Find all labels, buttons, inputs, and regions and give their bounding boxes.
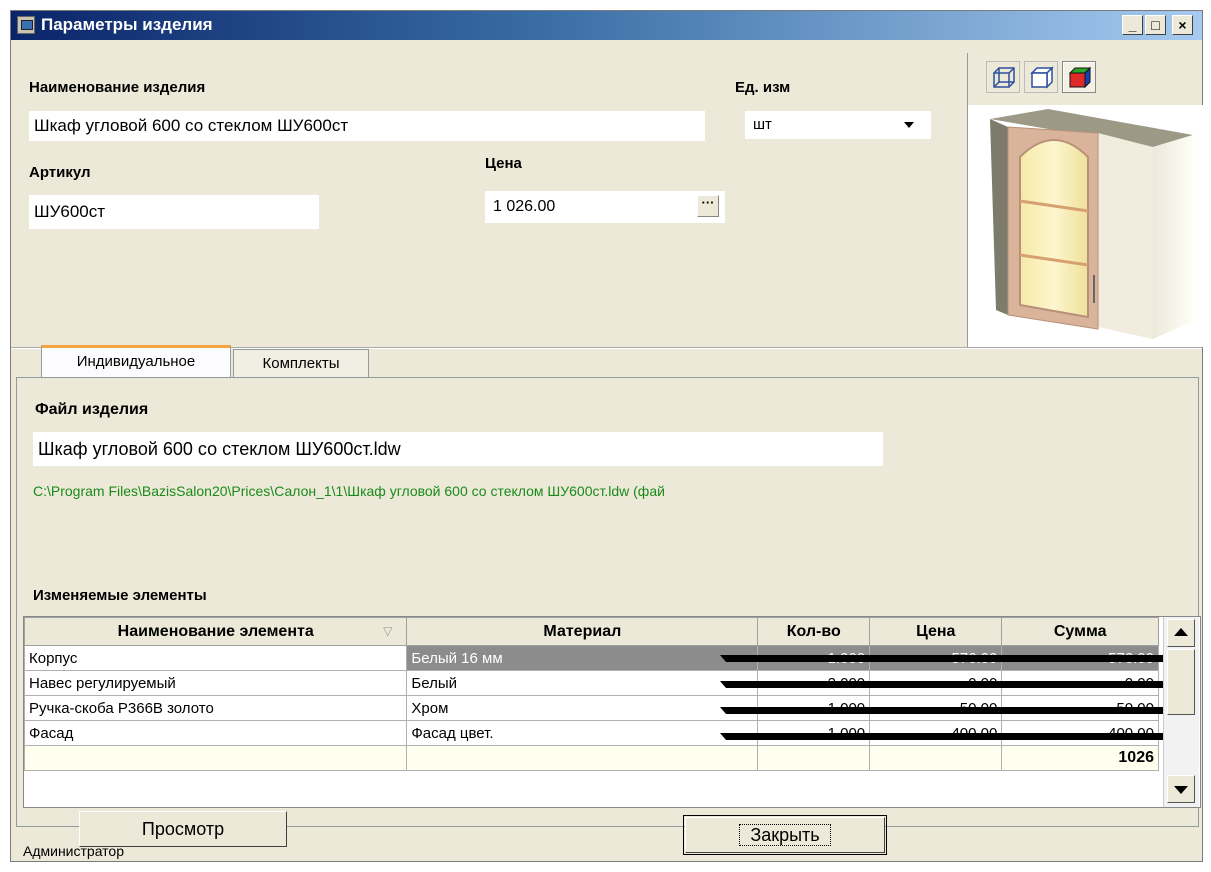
minimize-button[interactable]: _ — [1122, 15, 1143, 35]
column-header-sum[interactable]: Сумма — [1001, 617, 1159, 646]
cell-material[interactable]: Белый 16 мм — [406, 645, 759, 671]
file-label: Файл изделия — [35, 401, 149, 418]
preview-button[interactable]: Просмотр — [79, 811, 287, 847]
product-parameters-window: Параметры изделия _ □ × Наименование изд… — [10, 10, 1204, 862]
cell-material[interactable]: Фасад цвет. — [406, 720, 759, 746]
price-edit-button[interactable]: ··· — [697, 195, 719, 217]
table-scrollbar[interactable] — [1163, 617, 1199, 807]
column-header-qty[interactable]: Кол-во — [757, 617, 871, 646]
sort-triangle-icon: ▽ — [383, 624, 393, 638]
cell-material[interactable]: Хром — [406, 695, 759, 721]
shaded-view-icon[interactable] — [1062, 61, 1096, 93]
chevron-down-icon[interactable] — [720, 655, 1194, 662]
close-window-button[interactable]: × — [1172, 15, 1193, 35]
wireframe-view-icon[interactable] — [986, 61, 1020, 93]
window-title: Параметры изделия — [41, 15, 213, 34]
unit-value: шт — [753, 116, 772, 133]
cell-name[interactable]: Корпус — [23, 645, 408, 671]
total-cell-empty — [757, 745, 871, 771]
product-3d-preview[interactable] — [968, 105, 1204, 347]
preview-panel — [967, 53, 1204, 347]
elements-table[interactable]: Наименование элемента ▽ Материал Кол-во … — [23, 616, 1201, 808]
chevron-down-icon[interactable] — [720, 707, 1194, 714]
column-header-name[interactable]: Наименование элемента ▽ — [23, 617, 408, 646]
tab-kits[interactable]: Комплекты — [233, 349, 369, 379]
chevron-down-icon[interactable] — [720, 681, 1194, 688]
total-cell-empty — [23, 745, 408, 771]
total-row: 1026 — [23, 745, 1159, 771]
maximize-button[interactable]: □ — [1145, 15, 1166, 35]
file-name-field[interactable]: Шкаф угловой 600 со стеклом ШУ600ст.ldw — [33, 432, 883, 466]
chevron-down-icon[interactable] — [901, 117, 917, 133]
app-icon — [17, 16, 35, 34]
product-name-label: Наименование изделия — [29, 79, 206, 96]
cell-name[interactable]: Навес регулируемый — [23, 670, 408, 696]
article-label: Артикул — [29, 164, 91, 181]
column-header-price[interactable]: Цена — [869, 617, 1003, 646]
close-button[interactable]: Закрыть — [683, 815, 887, 855]
cell-name[interactable]: Фасад — [23, 720, 408, 746]
total-sum: 1026 — [1001, 745, 1159, 771]
scroll-thumb[interactable] — [1167, 649, 1195, 715]
article-field[interactable]: ШУ600ст — [29, 195, 319, 229]
scroll-up-button[interactable] — [1167, 619, 1195, 647]
tab-individual[interactable]: Индивидуальное — [41, 345, 231, 379]
outline-view-icon[interactable] — [1024, 61, 1058, 93]
price-label: Цена — [485, 155, 522, 172]
price-field[interactable]: 1 026.00 — [485, 191, 725, 223]
file-path-text: C:\Program Files\BazisSalon20\Prices\Сал… — [33, 483, 665, 499]
chevron-down-icon[interactable] — [720, 733, 1194, 740]
column-header-material[interactable]: Материал — [406, 617, 759, 646]
cell-material[interactable]: Белый — [406, 670, 759, 696]
total-cell-empty — [869, 745, 1003, 771]
view-toolbar — [978, 58, 1138, 96]
changeable-elements-title: Изменяемые элементы — [31, 587, 209, 604]
product-name-field[interactable]: Шкаф угловой 600 со стеклом ШУ600ст — [29, 111, 705, 141]
total-cell-empty — [406, 745, 759, 771]
scroll-down-button[interactable] — [1167, 775, 1195, 803]
unit-label: Ед. изм — [735, 79, 791, 96]
title-bar[interactable]: Параметры изделия _ □ × — [11, 11, 1202, 40]
cell-name[interactable]: Ручка-скоба Р366В золото — [23, 695, 408, 721]
